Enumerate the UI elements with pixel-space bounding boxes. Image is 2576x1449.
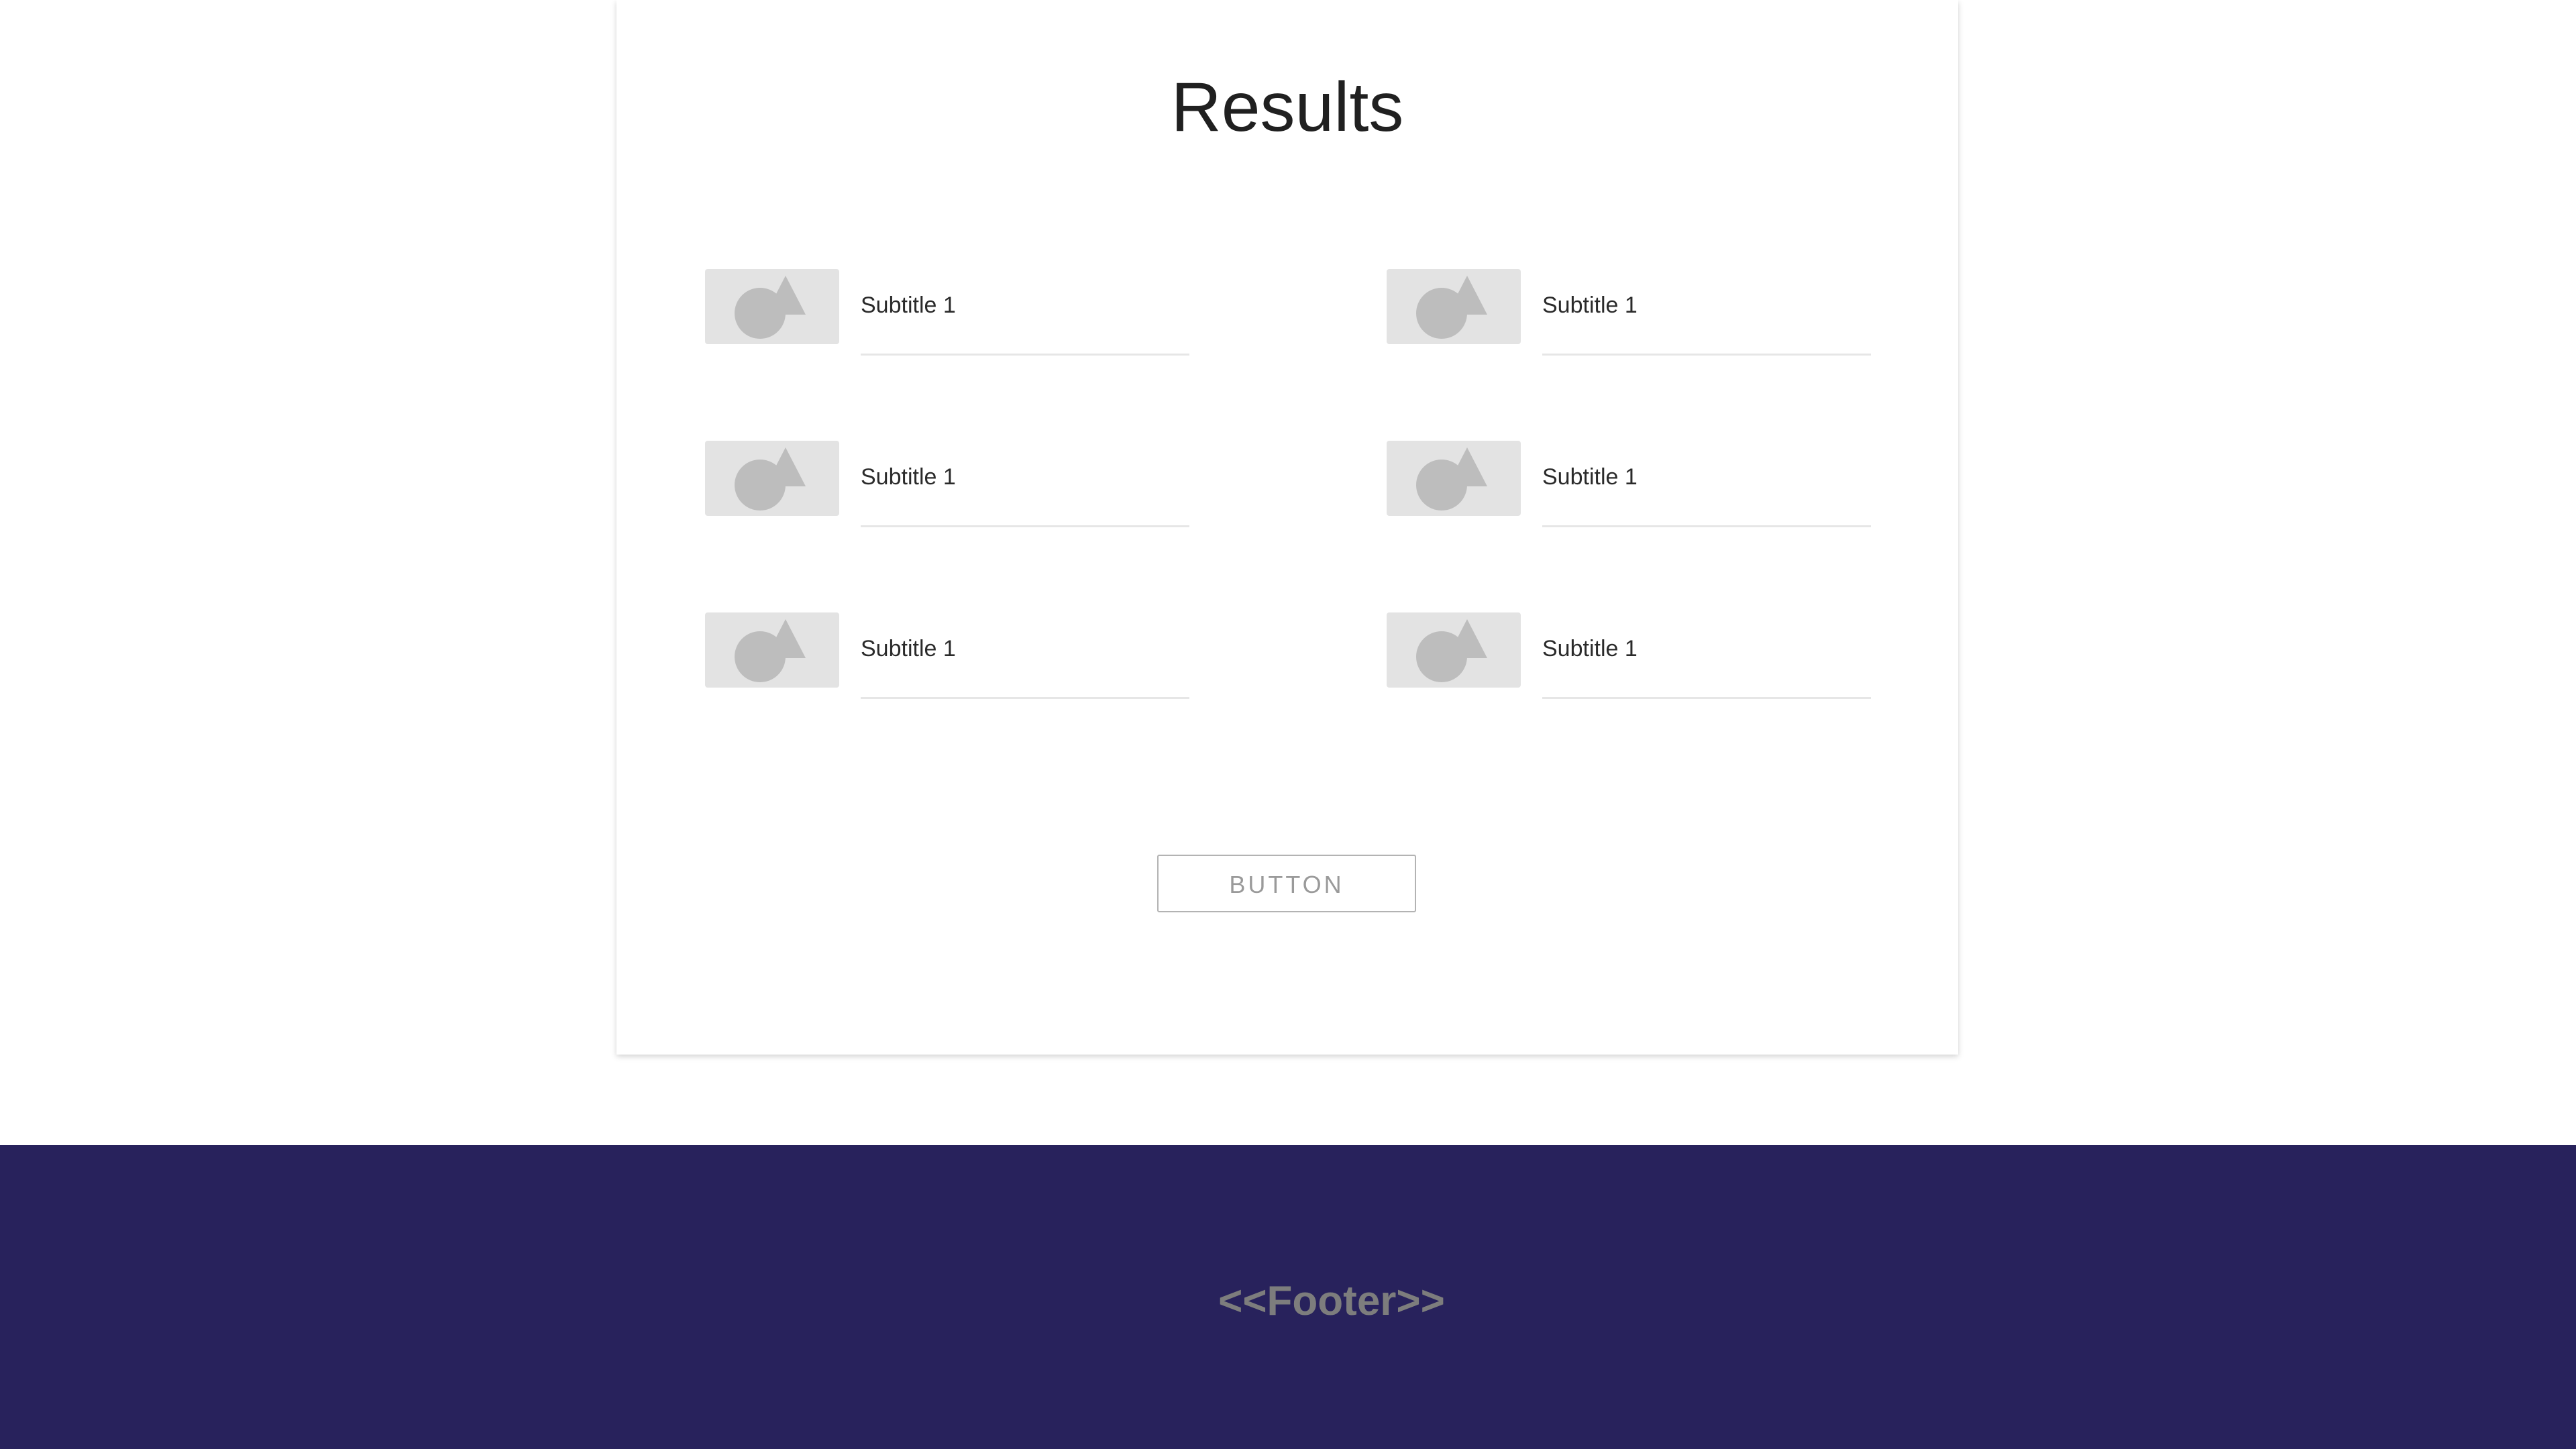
result-item[interactable]: Subtitle 1: [1387, 269, 1876, 358]
page-title: Results: [1171, 68, 1404, 146]
footer-text: <<Footer>>: [1218, 1278, 1445, 1324]
item-divider: [1542, 697, 1871, 699]
item-divider: [861, 525, 1189, 527]
result-item[interactable]: Subtitle 1: [705, 269, 1195, 358]
results-card: Results Subtitle 1 Subtitle 1 Subtitle 1…: [616, 0, 1958, 1055]
item-divider: [861, 354, 1189, 356]
result-item[interactable]: Subtitle 1: [705, 612, 1195, 702]
image-placeholder-icon: [705, 441, 839, 516]
image-placeholder-icon: [1387, 269, 1521, 344]
item-divider: [1542, 525, 1871, 527]
result-item[interactable]: Subtitle 1: [1387, 441, 1876, 530]
image-placeholder-icon: [705, 612, 839, 688]
item-divider: [861, 697, 1189, 699]
image-placeholder-icon: [1387, 441, 1521, 516]
result-subtitle: Subtitle 1: [861, 636, 956, 661]
result-item[interactable]: Subtitle 1: [705, 441, 1195, 530]
item-divider: [1542, 354, 1871, 356]
image-placeholder-icon: [705, 269, 839, 344]
result-subtitle: Subtitle 1: [861, 292, 956, 318]
footer: <<Footer>>: [0, 1145, 2576, 1449]
result-subtitle: Subtitle 1: [1542, 636, 1638, 661]
image-placeholder-icon: [1387, 612, 1521, 688]
result-subtitle: Subtitle 1: [1542, 464, 1638, 490]
result-subtitle: Subtitle 1: [1542, 292, 1638, 318]
result-item[interactable]: Subtitle 1: [1387, 612, 1876, 702]
primary-button[interactable]: BUTTON: [1157, 855, 1416, 912]
result-subtitle: Subtitle 1: [861, 464, 956, 490]
